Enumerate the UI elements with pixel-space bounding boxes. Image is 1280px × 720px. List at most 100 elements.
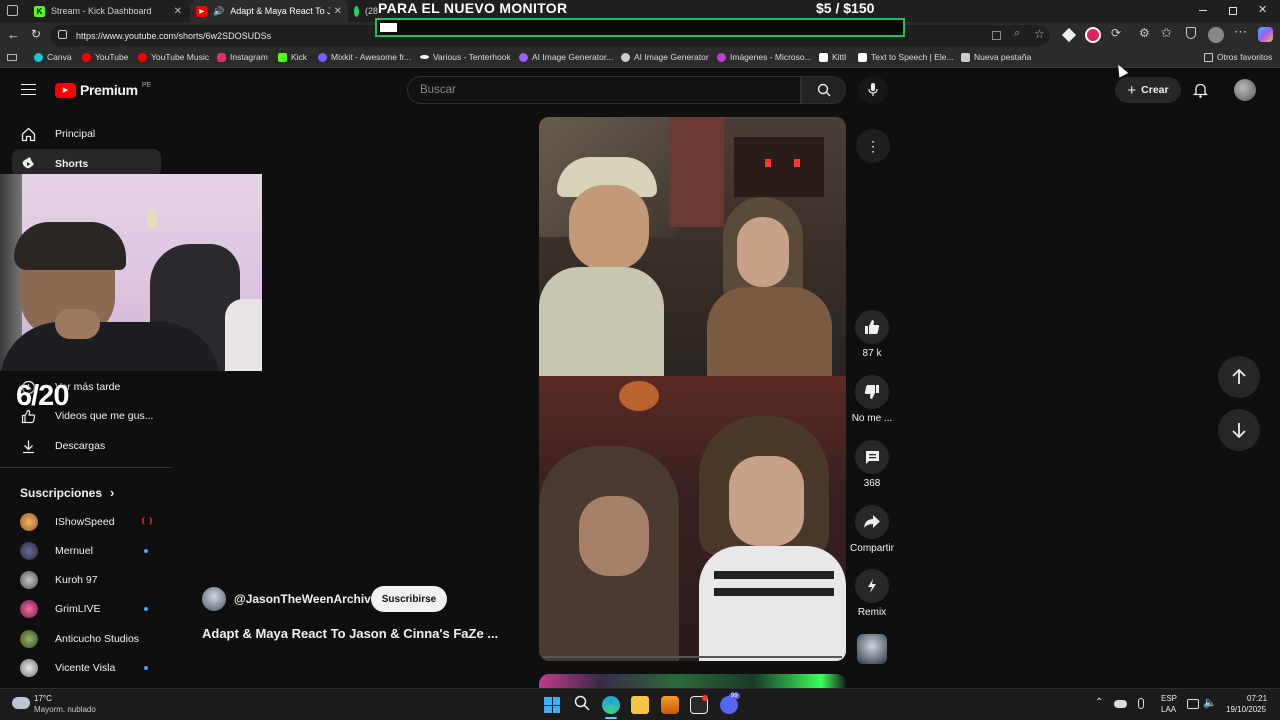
file-explorer-icon[interactable] [631, 696, 649, 714]
favorites-icon[interactable]: ✩ [1161, 25, 1172, 41]
language-top[interactable]: ESP [1161, 694, 1177, 703]
more-menu-icon[interactable]: ⋯ [1234, 24, 1247, 40]
bookmark-imagenes-microsoft[interactable]: Imágenes - Microso... [717, 52, 812, 62]
bookmark-canva[interactable]: Canva [34, 52, 72, 62]
sidebar-item-principal[interactable]: Principal [20, 126, 95, 142]
app-badge-dot [702, 695, 708, 701]
share-button[interactable]: Compartir [849, 505, 895, 554]
windows-start-icon[interactable] [544, 697, 560, 713]
bookmark-instagram[interactable]: Instagram [217, 52, 268, 62]
bookmark-youtube-music[interactable]: YouTube Music [138, 52, 209, 62]
speaker-icon[interactable]: 🔊 [213, 6, 224, 17]
bookmark-ai-image-gen-2[interactable]: AI Image Generator [621, 52, 709, 62]
cloud-icon[interactable] [1114, 700, 1127, 708]
subscription-item[interactable]: Mernuel [20, 542, 148, 560]
subscription-item[interactable]: GrimLIVE [20, 600, 148, 618]
shield-icon[interactable] [1186, 27, 1196, 39]
bookmark-tenterhook[interactable]: Various - Tenterhook [420, 52, 511, 62]
short-title[interactable]: Adapt & Maya React To Jason & Cinna's Fa… [202, 626, 498, 641]
channel-avatar [20, 513, 38, 531]
extensions-icon[interactable]: ⚙ [1139, 26, 1150, 40]
search-input[interactable]: Buscar [407, 76, 801, 104]
edge-browser-icon[interactable] [602, 696, 620, 714]
subscription-item[interactable]: Vicente Visla [20, 659, 148, 677]
weather-icon[interactable] [12, 697, 30, 709]
extension-refresh-icon[interactable]: ⟳ [1111, 26, 1121, 40]
video-progress-bar[interactable] [543, 656, 842, 658]
home-icon [20, 126, 36, 142]
bookmark-kick[interactable]: Kick [278, 52, 307, 62]
bookmark-text-to-speech[interactable]: Text to Speech | Ele... [858, 52, 954, 62]
subscription-item[interactable]: Anticucho Studios [20, 630, 139, 648]
microphone-icon[interactable] [1138, 698, 1144, 709]
close-tab-icon[interactable]: ✕ [174, 6, 182, 17]
bookmarks-menu-icon[interactable] [7, 54, 17, 61]
zoom-icon[interactable]: ⌕ [1014, 27, 1020, 40]
favorite-star-icon[interactable]: ☆ [1034, 27, 1045, 41]
youtube-logo[interactable]: ▶ Premium PE [55, 82, 151, 98]
sidebar-item-shorts[interactable]: Shorts [12, 149, 161, 177]
language-bottom[interactable]: LAA [1161, 705, 1176, 714]
adblock-icon[interactable] [1085, 27, 1101, 43]
refresh-icon[interactable]: ↻ [31, 27, 41, 41]
previous-short-button[interactable] [1218, 356, 1260, 398]
hamburger-menu-icon[interactable] [21, 84, 36, 95]
app-available-icon[interactable] [992, 31, 1001, 40]
notifications-bell-icon[interactable] [1192, 82, 1209, 103]
channel-avatar[interactable] [202, 587, 226, 611]
weather-temperature[interactable]: 17°C [34, 694, 52, 703]
clock-time[interactable]: 07:21 [1247, 694, 1267, 703]
subscriptions-header[interactable]: Suscripciones › [20, 485, 114, 500]
weather-description[interactable]: Mayorm. nublado [34, 705, 96, 714]
bookmark-ai-image-gen-1[interactable]: AI Image Generator... [519, 52, 613, 62]
more-options-button[interactable]: ⋮ [856, 129, 890, 163]
search-icon[interactable] [574, 695, 590, 716]
tab-whatsapp[interactable]: (28 [348, 0, 378, 22]
bookmark-kittl[interactable]: Kittl [819, 52, 846, 62]
channel-name[interactable]: @JasonTheWeenArchive [234, 592, 378, 606]
copilot-icon[interactable] [1258, 27, 1273, 42]
notification-badge: 99 [729, 693, 740, 699]
bookmark-mixkit[interactable]: Mixkit - Awesome fr... [318, 52, 411, 62]
profile-avatar-icon[interactable] [1208, 27, 1224, 43]
short-video-player[interactable] [539, 117, 846, 661]
subscribe-button[interactable]: Suscribirse [371, 586, 447, 612]
remix-label: Remix [857, 607, 887, 618]
arrow-down-icon [1232, 423, 1246, 438]
tab-actions-icon[interactable] [7, 5, 18, 16]
share-arrow-icon [864, 515, 880, 528]
bookmark-other-favorites[interactable]: Otros favoritos [1204, 52, 1272, 62]
create-button[interactable]: + Crear [1115, 77, 1181, 103]
show-hidden-icons-icon[interactable]: ⌃ [1095, 697, 1103, 708]
tab-youtube-short[interactable]: ▶ 🔊 Adapt & Maya React To Jaso ✕ [190, 0, 348, 22]
remix-button[interactable]: Remix [849, 569, 895, 618]
close-window-icon[interactable]: ✕ [1258, 3, 1267, 16]
next-short-preview[interactable] [539, 674, 846, 688]
bookmark-youtube[interactable]: YouTube [82, 52, 128, 62]
user-avatar[interactable] [1234, 79, 1256, 101]
back-icon[interactable]: ← [7, 27, 20, 42]
sound-thumbnail[interactable] [857, 634, 887, 664]
app-icon-orange[interactable] [661, 696, 679, 714]
sidebar-divider [0, 467, 172, 468]
clock-date[interactable]: 19/10/2025 [1226, 705, 1266, 714]
subscription-item[interactable]: IShowSpeed [20, 513, 152, 531]
dislike-button[interactable]: No me ... [849, 375, 895, 424]
voice-search-button[interactable] [858, 76, 888, 104]
tab-kick-dashboard[interactable]: K Stream - Kick Dashboard ✕ [28, 0, 188, 22]
restore-icon[interactable] [1229, 7, 1237, 15]
network-icon[interactable] [1187, 699, 1199, 709]
search-button[interactable] [801, 76, 846, 104]
volume-icon[interactable]: 🔈 [1203, 696, 1217, 709]
minimize-icon[interactable] [1199, 10, 1207, 11]
close-tab-icon[interactable]: ✕ [334, 6, 342, 17]
like-button[interactable]: 87 k [849, 310, 895, 359]
bookmark-nueva-pestana[interactable]: Nueva pestaña [961, 52, 1031, 62]
comments-button[interactable]: 368 [849, 440, 895, 489]
search-icon [817, 83, 830, 97]
extension-diamond-icon[interactable] [1061, 27, 1077, 43]
sidebar-item-downloads[interactable]: Descargas [20, 438, 105, 454]
subscription-item[interactable]: Kuroh 97 [20, 571, 98, 589]
next-short-button[interactable] [1218, 409, 1260, 451]
microsoft-images-icon [717, 52, 726, 62]
